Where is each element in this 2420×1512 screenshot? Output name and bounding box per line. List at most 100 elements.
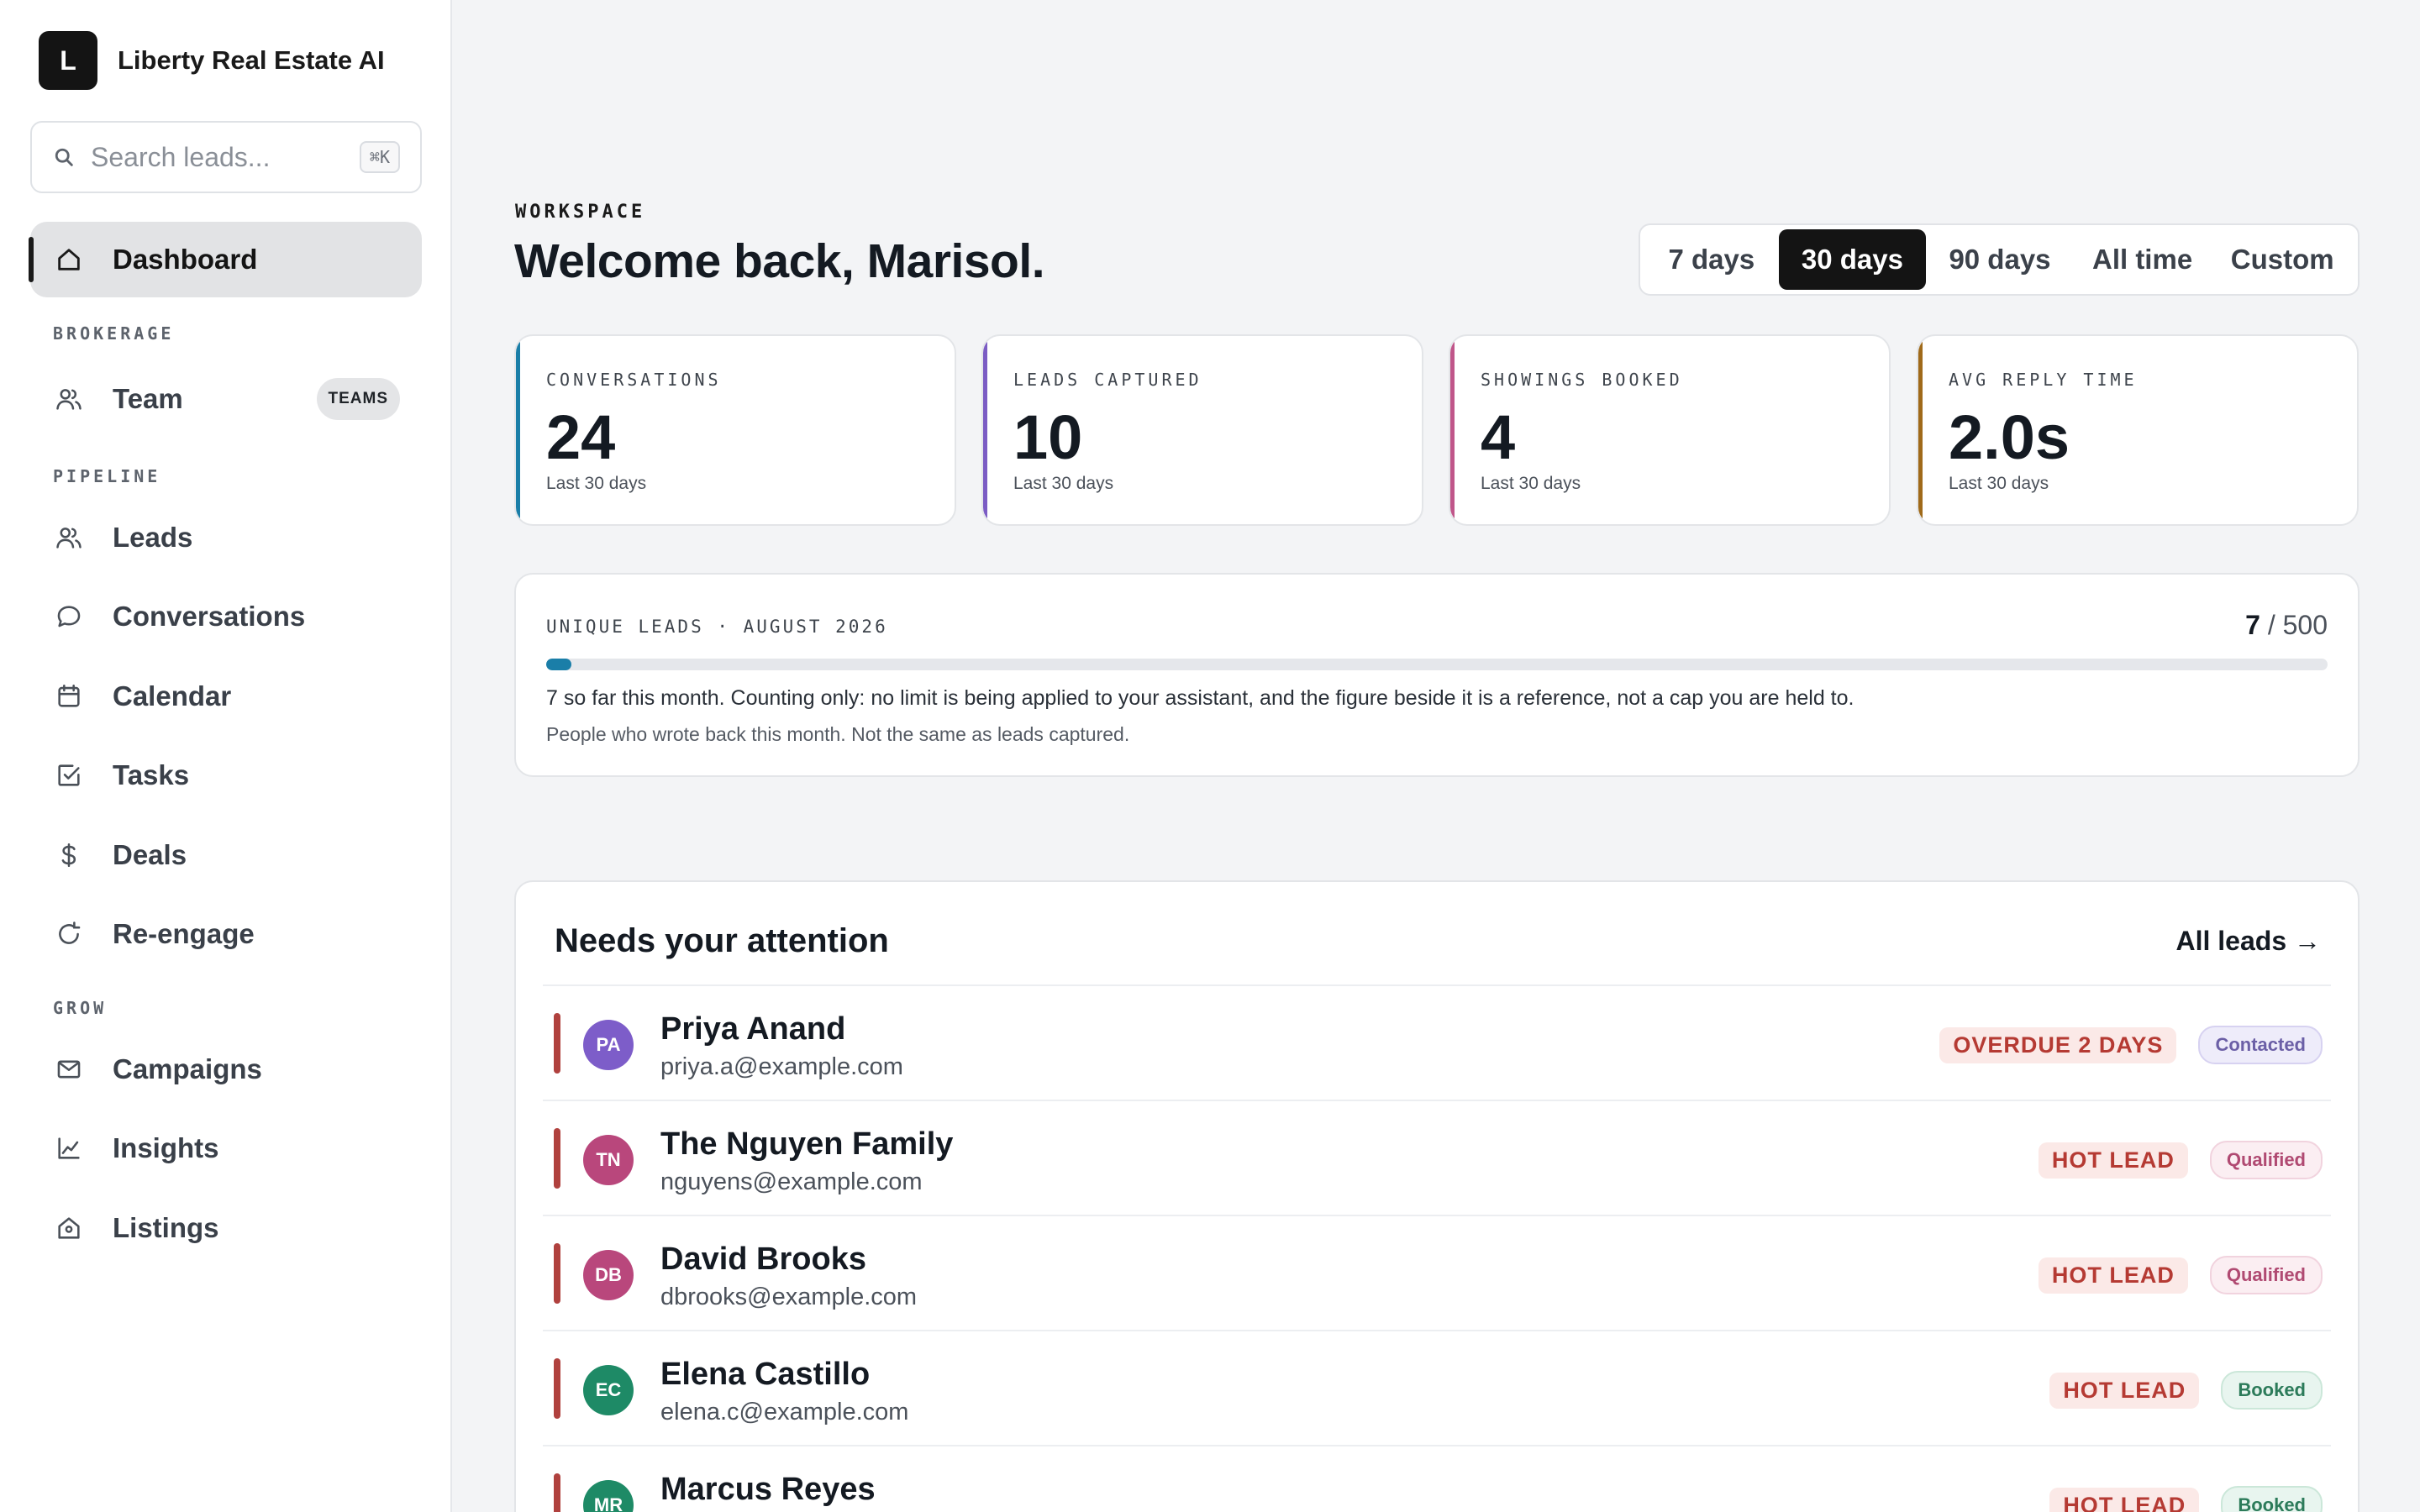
sidebar-item-label: Dashboard <box>113 244 258 275</box>
stat-period: Last 30 days <box>546 474 647 493</box>
sidebar-item-tasks[interactable]: Tasks <box>30 738 422 813</box>
sidebar-item-reengage[interactable]: Re-engage <box>30 896 422 972</box>
lead-name: Priya Anand <box>660 1011 846 1047</box>
sidebar-item-label: Insights <box>113 1132 219 1163</box>
search-icon <box>55 148 73 166</box>
stat-card-conversations[interactable]: CONVERSATIONS 24 Last 30 days <box>514 334 956 526</box>
lead-name: David Brooks <box>660 1242 866 1277</box>
sidebar-item-label: Calendar <box>113 680 232 711</box>
section-heading-pipeline: PIPELINE <box>53 466 161 486</box>
chat-bubble-icon <box>54 601 84 632</box>
page-title: Welcome back, Marisol. <box>514 234 1045 288</box>
home-icon <box>54 244 84 275</box>
unique-leads-progress <box>546 659 2328 670</box>
priority-marker <box>554 1473 560 1512</box>
lead-tags: HOT LEAD Qualified <box>2038 1141 2323 1179</box>
line-chart-icon <box>54 1133 84 1163</box>
sidebar-item-deals[interactable]: Deals <box>30 817 422 893</box>
main-content: WORKSPACE Welcome back, Marisol. 7 days … <box>452 0 2420 1512</box>
lead-tags: OVERDUE 2 DAYS Contacted <box>1939 1026 2323 1064</box>
stat-card-avg-reply-time[interactable]: AVG REPLY TIME 2.0s Last 30 days <box>1917 334 2359 526</box>
range-90-days[interactable]: 90 days <box>1926 229 2074 290</box>
alert-badge: HOT LEAD <box>2038 1257 2188 1294</box>
search-shortcut: ⌘K <box>359 141 400 173</box>
sidebar-item-conversations[interactable]: Conversations <box>30 579 422 654</box>
stat-label: AVG REPLY TIME <box>1949 370 2138 390</box>
alert-badge: OVERDUE 2 DAYS <box>1939 1026 2177 1063</box>
status-badge: Booked <box>2221 1486 2323 1512</box>
users-icon <box>54 384 84 414</box>
lead-row[interactable]: TN The Nguyen Family nguyens@example.com… <box>543 1101 2331 1216</box>
range-custom[interactable]: Custom <box>2211 229 2354 290</box>
sidebar-item-campaigns[interactable]: Campaigns <box>30 1032 422 1107</box>
sidebar-item-dashboard[interactable]: Dashboard <box>29 222 422 297</box>
date-range-selector: 7 days 30 days 90 days All time Custom <box>1639 223 2360 296</box>
unique-leads-label: UNIQUE LEADS · AUGUST 2026 <box>546 617 888 637</box>
stat-value: 4 <box>1481 402 1516 472</box>
all-leads-link[interactable]: All leads → <box>2176 926 2322 957</box>
avatar: DB <box>583 1250 634 1300</box>
mail-icon <box>54 1054 84 1084</box>
unique-leads-note: 7 so far this month. Counting only: no l… <box>546 686 1854 710</box>
range-7-days[interactable]: 7 days <box>1644 229 1779 290</box>
lead-email: elena.c@example.com <box>660 1399 909 1425</box>
lead-email: priya.a@example.com <box>660 1053 903 1080</box>
dollar-icon <box>54 840 84 870</box>
calendar-icon <box>54 681 84 711</box>
alert-badge: HOT LEAD <box>2049 1372 2200 1409</box>
house-icon <box>54 1213 84 1243</box>
lead-name: Elena Castillo <box>660 1357 871 1392</box>
priority-marker <box>554 1128 560 1189</box>
priority-marker <box>554 1013 560 1074</box>
unique-leads-count: 7 / 500 <box>2245 610 2328 641</box>
stat-card-leads-captured[interactable]: LEADS CAPTURED 10 Last 30 days <box>981 334 1423 526</box>
unique-leads-card: UNIQUE LEADS · AUGUST 2026 7 / 500 7 so … <box>514 573 2360 777</box>
stat-card-showings-booked[interactable]: SHOWINGS BOOKED 4 Last 30 days <box>1449 334 1891 526</box>
avatar: EC <box>583 1365 634 1415</box>
stat-value: 10 <box>1013 402 1083 472</box>
sidebar-item-listings[interactable]: Listings <box>30 1190 422 1266</box>
lead-tags: HOT LEAD Booked <box>2049 1486 2323 1512</box>
sidebar-item-label: Tasks <box>113 759 190 790</box>
unique-leads-reference: / 500 <box>2267 610 2328 640</box>
stat-value: 24 <box>546 402 616 472</box>
status-badge: Contacted <box>2198 1026 2323 1064</box>
sidebar-item-label: Conversations <box>113 601 306 632</box>
sidebar-item-label: Campaigns <box>113 1053 262 1084</box>
range-30-days[interactable]: 30 days <box>1778 229 1927 290</box>
needs-attention-title: Needs your attention <box>555 922 889 959</box>
stat-label: CONVERSATIONS <box>546 370 722 390</box>
refresh-icon <box>54 919 84 949</box>
search-input[interactable] <box>91 141 334 173</box>
lead-row[interactable]: EC Elena Castillo elena.c@example.com HO… <box>543 1331 2331 1446</box>
unique-leads-progress-fill <box>546 659 571 670</box>
search-box[interactable]: ⌘K <box>30 121 422 193</box>
section-heading-brokerage: BROKERAGE <box>53 323 175 344</box>
priority-marker <box>554 1243 560 1304</box>
status-badge: Booked <box>2221 1371 2323 1410</box>
sidebar-item-insights[interactable]: Insights <box>30 1110 422 1186</box>
lead-row[interactable]: PA Priya Anand priya.a@example.com OVERD… <box>543 986 2331 1101</box>
avatar: PA <box>583 1020 634 1070</box>
priority-marker <box>554 1358 560 1419</box>
brand[interactable]: L Liberty Real Estate AI <box>39 31 385 90</box>
avatar: MR <box>583 1480 634 1512</box>
stat-period: Last 30 days <box>1949 474 2049 493</box>
sidebar-item-label: Listings <box>113 1212 219 1243</box>
section-heading-grow: GROW <box>53 998 108 1018</box>
lead-row[interactable]: DB David Brooks dbrooks@example.com HOT … <box>543 1216 2331 1331</box>
lead-name: Marcus Reyes <box>660 1472 876 1507</box>
unique-leads-value: 7 <box>2245 610 2260 640</box>
brand-name: Liberty Real Estate AI <box>118 45 385 75</box>
unique-leads-subtext: People who wrote back this month. Not th… <box>546 723 1130 745</box>
sidebar: L Liberty Real Estate AI ⌘K Dashboard BR… <box>0 0 452 1512</box>
workspace-eyebrow: WORKSPACE <box>515 202 646 223</box>
lead-tags: HOT LEAD Booked <box>2049 1371 2323 1410</box>
sidebar-item-team[interactable]: Team TEAMS <box>30 361 422 437</box>
status-badge: Qualified <box>2209 1256 2323 1294</box>
sidebar-item-calendar[interactable]: Calendar <box>30 659 422 734</box>
lead-row[interactable]: MR Marcus Reyes HOT LEAD Booked <box>543 1446 2331 1512</box>
lead-tags: HOT LEAD Qualified <box>2038 1256 2323 1294</box>
sidebar-item-leads[interactable]: Leads <box>30 500 422 575</box>
range-all-time[interactable]: All time <box>2074 229 2212 290</box>
